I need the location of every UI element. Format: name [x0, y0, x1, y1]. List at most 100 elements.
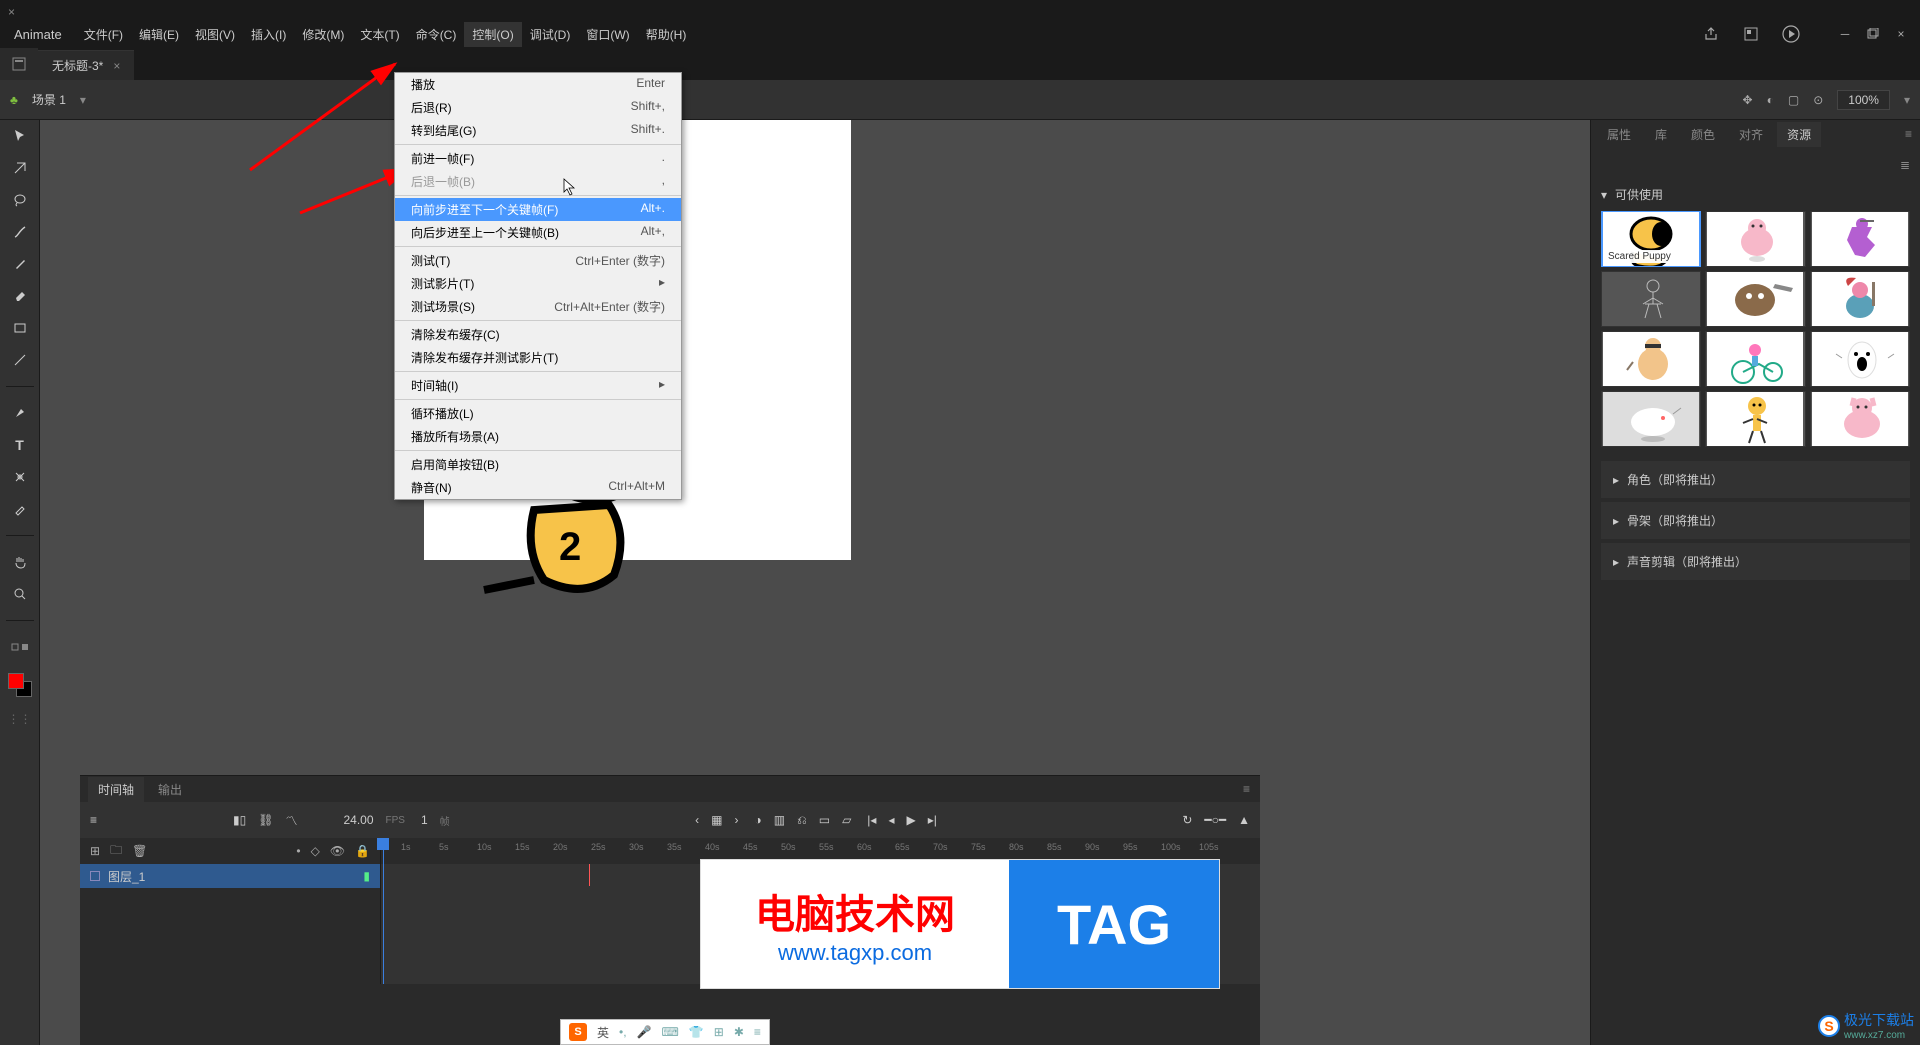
maximize-button[interactable] — [1862, 23, 1884, 45]
share-icon[interactable] — [1700, 23, 1722, 45]
asset-warp-tool[interactable] — [10, 467, 30, 487]
menu-entry[interactable]: 后退(R)Shift+, — [395, 96, 681, 119]
menu-item[interactable]: 调试(D) — [522, 22, 579, 47]
zoom-dropdown-icon[interactable]: ▾ — [1904, 93, 1910, 107]
asset-thumb[interactable] — [1705, 271, 1805, 327]
fluid-brush-tool[interactable] — [10, 222, 30, 242]
eraser-tool[interactable] — [10, 286, 30, 306]
collapsed-section[interactable]: ▸声音剪辑（即将推出） — [1601, 543, 1910, 580]
document-tab-close-icon[interactable]: × — [113, 59, 120, 73]
free-transform-tool[interactable] — [10, 158, 30, 178]
color-options-icon[interactable]: ⋮⋮ — [10, 709, 30, 729]
panel-menu-icon[interactable]: ≡ — [1897, 123, 1920, 145]
visibility-icon[interactable]: 👁 — [330, 844, 345, 858]
asset-thumb[interactable] — [1810, 211, 1910, 267]
asset-thumb[interactable] — [1810, 331, 1910, 387]
list-view-icon[interactable]: ≣ — [1900, 158, 1910, 172]
stage-center-icon[interactable]: ✥ — [1743, 93, 1753, 107]
asset-thumb[interactable] — [1705, 211, 1805, 267]
eyedropper-tool[interactable] — [10, 499, 30, 519]
rectangle-tool[interactable] — [10, 318, 30, 338]
delete-layer-icon[interactable]: 🗑 — [132, 844, 147, 858]
lasso-tool[interactable] — [10, 190, 30, 210]
timeline-zoom-fit-icon[interactable]: ▲ — [1238, 813, 1250, 827]
menu-entry[interactable]: 向前步进至下一个关键帧(F)Alt+. — [395, 198, 681, 221]
ime-toolbar[interactable]: S 英 •, 🎤 ⌨ 👕 ⊞ ✱ ≡ — [560, 1019, 770, 1045]
asset-thumb[interactable]: Scared Puppy — [1601, 211, 1701, 267]
asset-thumb[interactable] — [1810, 271, 1910, 327]
menu-entry[interactable]: 清除发布缓存(C) — [395, 323, 681, 346]
panel-tab[interactable]: 库 — [1645, 122, 1677, 147]
ime-skin-icon[interactable]: 👕 — [689, 1025, 704, 1039]
panel-tab[interactable]: 资源 — [1777, 122, 1821, 147]
asset-thumb[interactable] — [1810, 391, 1910, 447]
menu-item[interactable]: 窗口(W) — [578, 22, 637, 47]
ime-keyboard-icon[interactable]: ⌨ — [662, 1025, 679, 1039]
marker-icon[interactable]: ⎌ — [797, 813, 807, 828]
asset-thumb[interactable] — [1601, 271, 1701, 327]
menu-entry[interactable]: 测试场景(S)Ctrl+Alt+Enter (数字) — [395, 295, 681, 318]
color-swatches[interactable] — [8, 673, 32, 697]
insert-frame-icon[interactable]: ▭ — [819, 813, 830, 827]
new-layer-icon[interactable]: ⊞ — [90, 844, 100, 858]
timeline-tab[interactable]: 时间轴 — [88, 777, 144, 802]
ime-toolbox-icon[interactable]: ⊞ — [714, 1025, 724, 1039]
menu-item[interactable]: 插入(I) — [243, 22, 294, 47]
ime-menu-icon[interactable]: ≡ — [754, 1025, 761, 1039]
zoom-tool[interactable] — [10, 584, 30, 604]
menu-entry[interactable]: 静音(N)Ctrl+Alt+M — [395, 476, 681, 499]
panel-tab[interactable]: 属性 — [1597, 122, 1641, 147]
menu-item[interactable]: 控制(O) — [464, 22, 521, 47]
hand-tool[interactable] — [10, 552, 30, 572]
loop-icon[interactable]: ↻ — [1182, 813, 1192, 827]
remove-frame-icon[interactable]: ▱ — [842, 813, 851, 827]
scene-dropdown-icon[interactable]: ▾ — [80, 93, 86, 107]
collapsed-section[interactable]: ▸骨架（即将推出） — [1601, 502, 1910, 539]
camera-icon[interactable]: ▮▯ — [233, 813, 246, 827]
fps-value[interactable]: 24.00 — [343, 813, 373, 827]
pen-tool[interactable] — [10, 403, 30, 423]
play-icon[interactable]: ▶ — [906, 813, 915, 827]
menu-item[interactable]: 文本(T) — [352, 22, 407, 47]
close-tab-icon[interactable]: × — [8, 5, 18, 15]
brush-tool[interactable] — [10, 254, 30, 274]
minimize-button[interactable]: ─ — [1834, 23, 1856, 45]
menu-item[interactable]: 视图(V) — [187, 22, 243, 47]
menu-item[interactable]: 文件(F) — [76, 22, 131, 47]
menu-item[interactable]: 修改(M) — [294, 22, 352, 47]
panel-tab[interactable]: 颜色 — [1681, 122, 1725, 147]
menu-item[interactable]: 帮助(H) — [638, 22, 695, 47]
menu-entry[interactable]: 清除发布缓存并测试影片(T) — [395, 346, 681, 369]
section-available[interactable]: ▾ 可供使用 — [1601, 178, 1910, 211]
stage-fit-icon[interactable]: ⊙ — [1813, 93, 1823, 107]
doc-home-icon[interactable] — [0, 48, 38, 80]
highlight-icon[interactable]: • — [296, 844, 300, 858]
step-back-icon[interactable]: ◂ — [888, 813, 894, 827]
asset-thumb[interactable] — [1705, 391, 1805, 447]
collapsed-section[interactable]: ▸角色（即将推出） — [1601, 461, 1910, 498]
edit-multi-icon[interactable]: ▥ — [774, 813, 785, 827]
ime-lang[interactable]: 英 — [597, 1024, 609, 1041]
menu-entry[interactable]: 播放所有场景(A) — [395, 425, 681, 448]
line-tool[interactable] — [10, 350, 30, 370]
play-preview-icon[interactable] — [1780, 23, 1802, 45]
zoom-field[interactable]: 100% — [1837, 90, 1890, 110]
menu-entry[interactable]: 转到结尾(G)Shift+. — [395, 119, 681, 142]
swap-colors-icon[interactable] — [10, 637, 30, 657]
insert-keyframe-icon[interactable]: ▦ — [711, 813, 722, 827]
menu-entry[interactable]: 测试影片(T) ▸ — [395, 272, 681, 295]
lock-icon[interactable]: 🔒 — [355, 844, 370, 858]
menu-entry[interactable]: 测试(T)Ctrl+Enter (数字) — [395, 249, 681, 272]
next-icon[interactable]: › — [735, 813, 739, 827]
ime-punct-icon[interactable]: •, — [619, 1025, 627, 1039]
workspace-icon[interactable] — [1740, 23, 1762, 45]
timeline-tab[interactable]: 输出 — [148, 777, 192, 802]
layers-icon[interactable]: ≡ — [90, 813, 97, 827]
step-fwd-icon[interactable]: ▸| — [928, 813, 937, 827]
document-tab[interactable]: 无标题-3* × — [38, 50, 134, 80]
menu-entry[interactable]: 前进一帧(F). — [395, 147, 681, 170]
layer-row[interactable]: 图层_1 ▮ — [80, 864, 380, 888]
layer-depth-icon[interactable]: ⛓ — [258, 813, 273, 827]
timeline-zoom-slider[interactable]: ━○━ — [1204, 813, 1226, 827]
stage-rotate-icon[interactable]: ◐ — [1767, 93, 1774, 107]
